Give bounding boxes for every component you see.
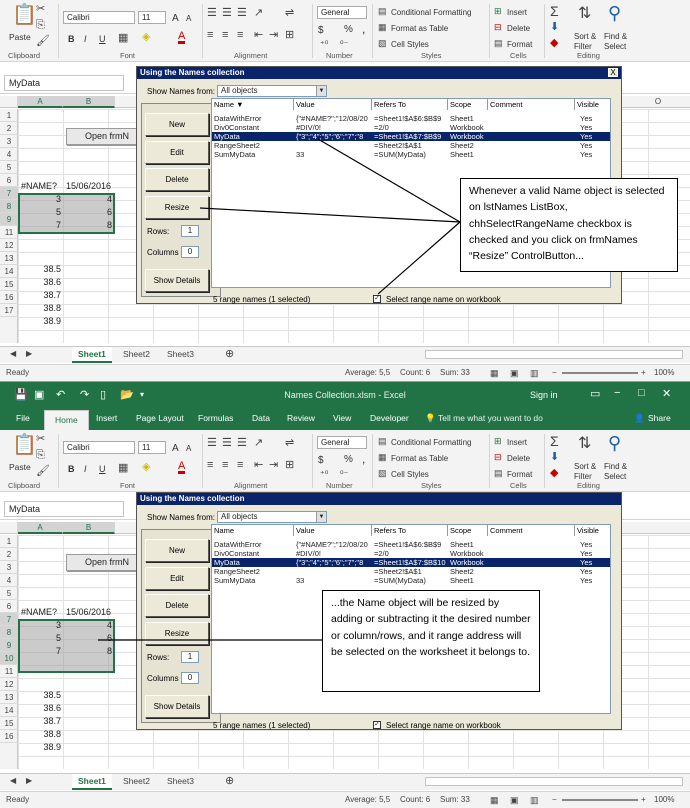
pointer-to-resize <box>199 207 461 223</box>
top-screenshot-panel: 📋 Paste ✂ ⎘ 🖌 Clipboard Calibri 11 A A B… <box>0 0 690 381</box>
callout-bottom-arrows <box>98 639 322 641</box>
pointer-to-mydata <box>317 138 461 223</box>
pointer-to-checkbox <box>377 221 461 295</box>
callout-top-arrows <box>199 138 461 295</box>
bottom-screenshot-panel: 💾 ▣ ↶ ↷ ▯ 📂 ▾ Names Collection.xlsm - Ex… <box>0 381 690 808</box>
